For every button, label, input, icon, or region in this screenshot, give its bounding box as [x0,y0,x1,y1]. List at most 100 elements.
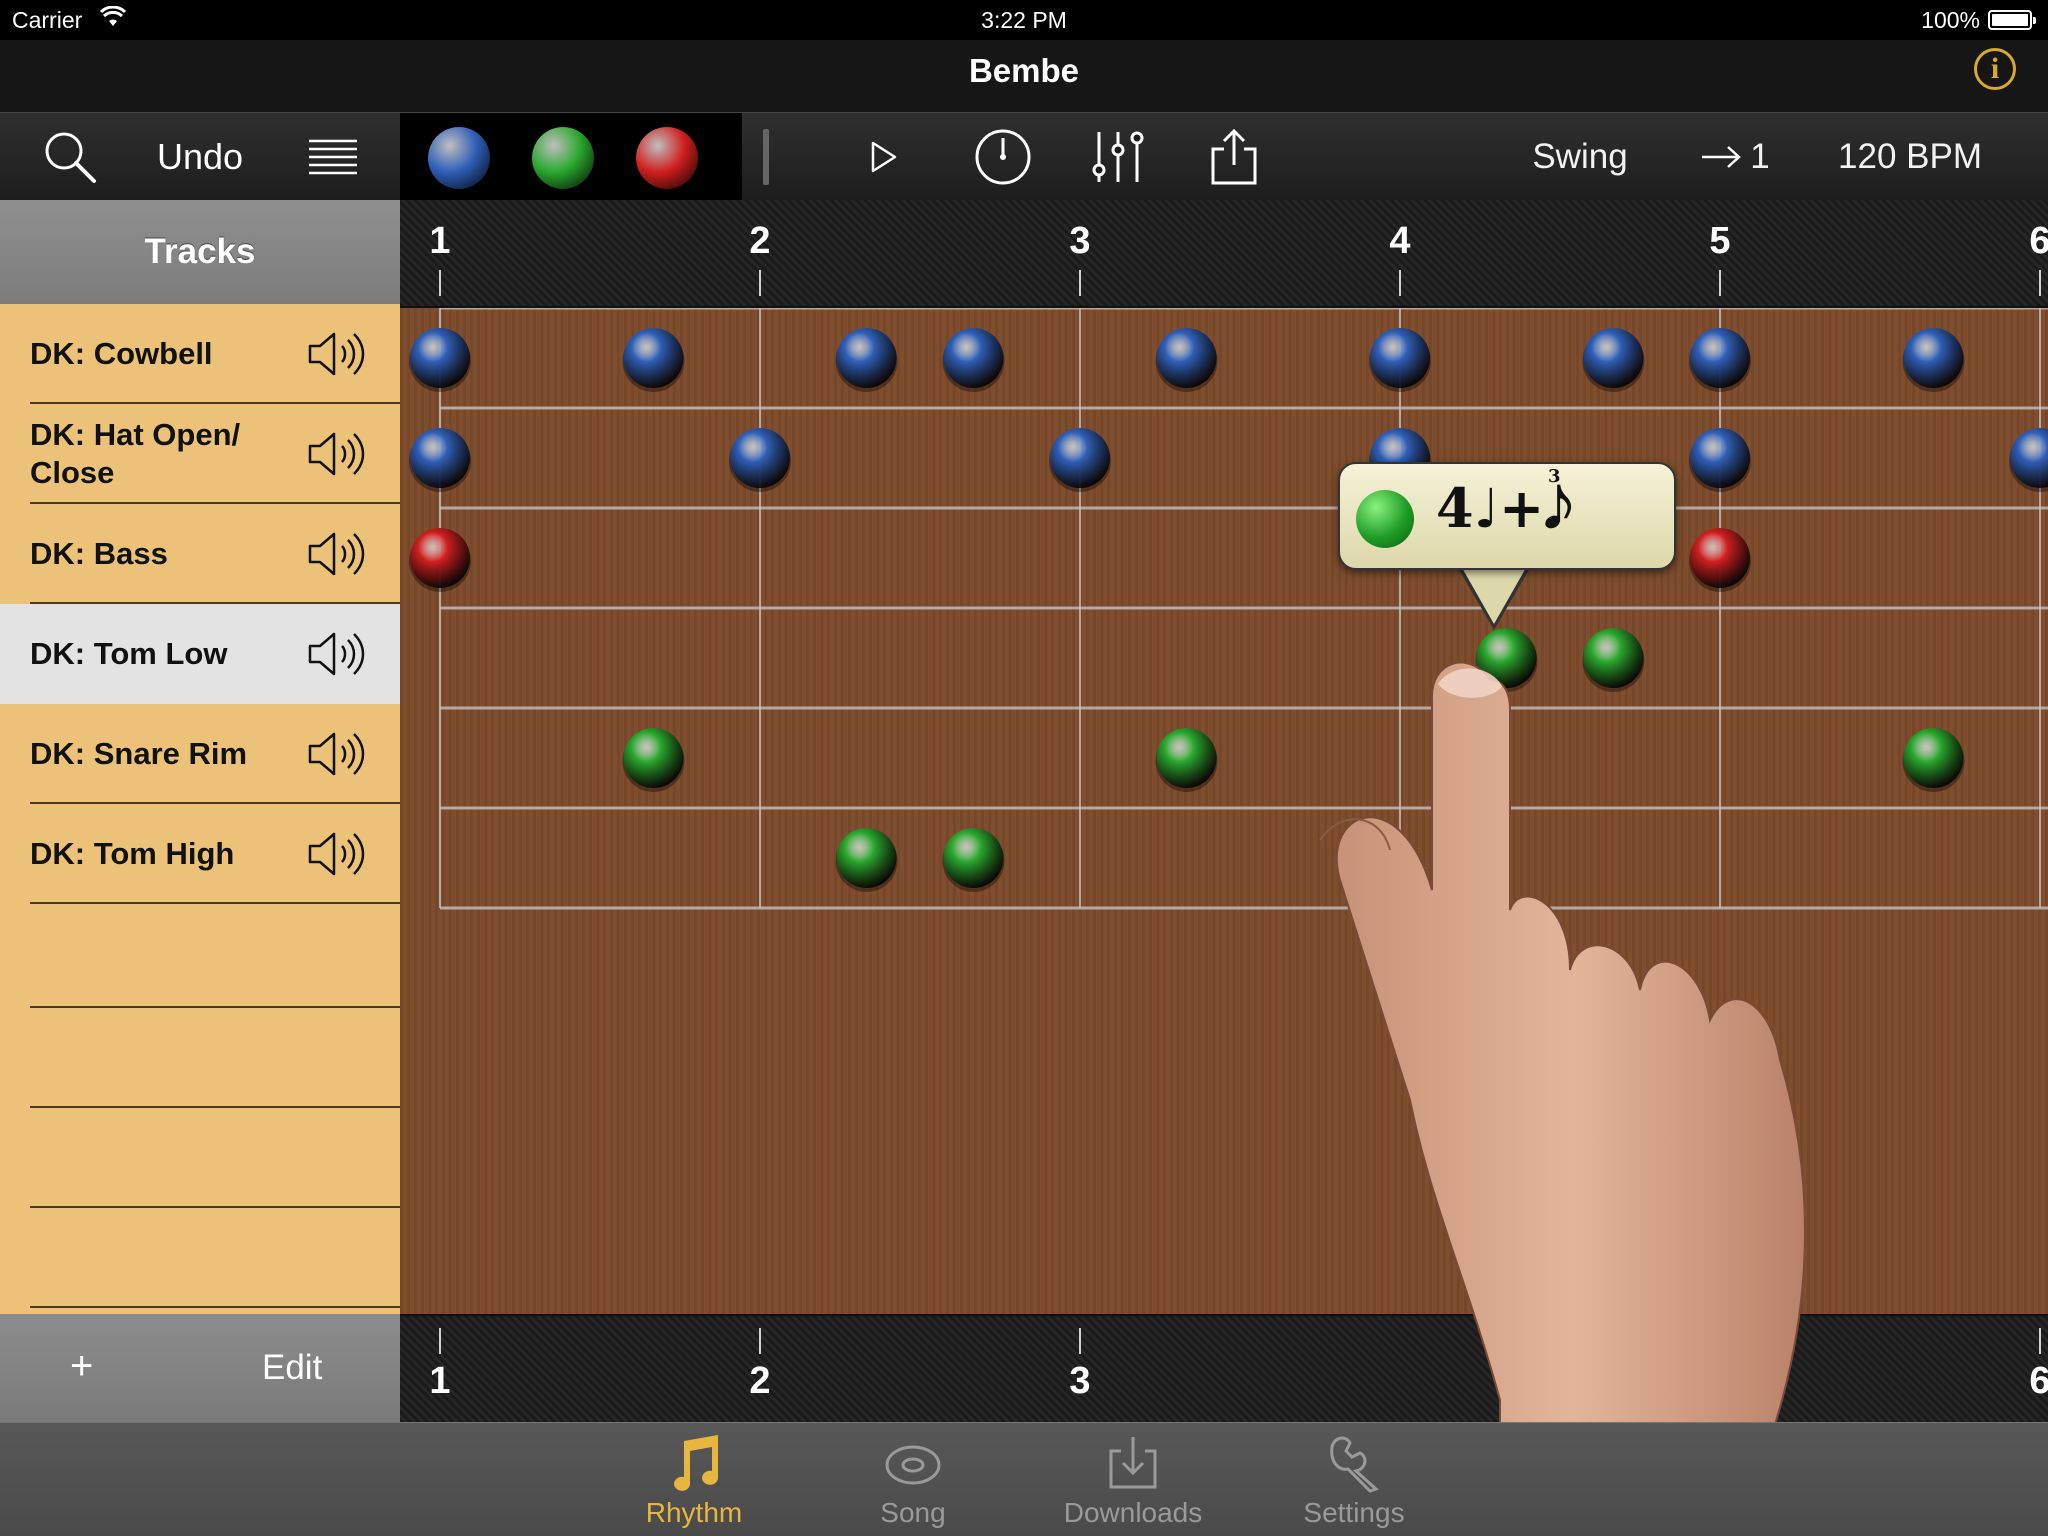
tab-song[interactable]: Song [813,1423,1013,1536]
status-time: 3:22 PM [981,7,1067,33]
beat-number: 4 [1389,220,1411,262]
share-icon[interactable] [1204,113,1264,201]
note-blue[interactable] [943,328,1004,388]
add-track-button[interactable]: + [70,1344,93,1389]
mixer-sliders-icon[interactable] [1086,113,1150,201]
speaker-icon[interactable] [306,430,368,478]
beat-tick [2039,1328,2041,1354]
note-blue[interactable] [410,328,470,388]
beat-tick [1079,270,1081,296]
tab-settings[interactable]: Settings [1254,1423,1454,1536]
wrench-icon [1330,1436,1379,1493]
battery-icon [1988,10,2036,30]
page-title: Bembe [968,52,1080,89]
green-swatch[interactable] [532,127,594,189]
toolbar: Undo Swing 1 120 BPM [0,112,2048,201]
note-green[interactable] [836,828,897,888]
tracks-sidebar: Tracks DK: Cowbell DK: Hat Open/ Close D… [0,200,400,1422]
track-row[interactable]: DK: Snare Rim [0,704,400,804]
note-value-popup[interactable]: 4♩+𝅘𝅥𝅮 3 [1338,462,1676,570]
beat-tick [1719,270,1721,296]
note-blue[interactable] [1583,328,1644,388]
track-label: DK: Tom High [30,836,235,871]
track-row-selected[interactable]: DK: Tom Low [0,604,400,704]
step-button[interactable]: 1 [1690,113,1780,201]
track-row[interactable]: DK: Hat Open/ Close [0,404,400,504]
battery-percent: 100% [1921,7,1980,33]
green-note-icon [1356,490,1414,548]
note-blue[interactable] [1370,328,1430,388]
note-blue[interactable] [1156,328,1217,388]
note-blue[interactable] [1903,328,1964,388]
note-green[interactable] [1903,728,1964,788]
play-icon[interactable] [858,113,910,201]
disc-icon [885,1445,941,1485]
beat-tick [1399,270,1401,296]
track-label: DK: Hat Open/ Close [30,417,241,490]
swing-button[interactable]: Swing [1510,113,1650,201]
undo-button[interactable]: Undo [140,113,260,201]
download-tray-icon [1109,1437,1157,1489]
arrow-right-icon [1702,146,1742,168]
beat-tick [439,1328,441,1354]
beat-number: 2 [749,1360,771,1402]
search-icon[interactable] [34,113,106,201]
step-value: 1 [1750,137,1770,176]
beat-tick [1079,1328,1081,1354]
speaker-icon[interactable] [306,730,368,778]
track-label: DK: Bass [30,536,168,571]
track-row[interactable]: DK: Tom High [0,804,400,904]
beat-tick [759,270,761,296]
beat-number: 1 [429,1360,451,1402]
beat-number: 6 [2029,1360,2048,1402]
sidebar-footer: + Edit [0,1314,400,1422]
tab-label: Downloads [1063,1497,1203,1528]
beat-number: 2 [749,220,771,262]
beat-number: 1 [429,220,451,262]
note-green[interactable] [623,728,684,788]
beat-tick [759,1328,761,1354]
speaker-icon[interactable] [306,630,368,678]
status-bar: Carrier 3:22 PM 100% [0,0,2048,40]
speaker-icon[interactable] [306,530,368,578]
row-divider [30,1006,400,1008]
beat-number: 5 [1709,220,1731,262]
red-swatch[interactable] [636,127,698,189]
music-note-icon [674,1435,719,1491]
speaker-icon[interactable] [306,830,368,878]
triplet-mark: 3 [1548,466,1561,487]
track-label: DK: Tom Low [30,636,228,671]
note-blue[interactable] [836,328,897,388]
note-blue[interactable] [410,428,470,488]
note-blue[interactable] [1050,428,1110,488]
track-row[interactable]: DK: Bass [0,504,400,604]
tab-downloads[interactable]: Downloads [1033,1423,1233,1536]
pointing-hand-image [1319,661,1812,1536]
note-blue[interactable] [730,428,790,488]
note-blue[interactable] [1690,428,1750,488]
note-red[interactable] [1690,528,1750,588]
blue-swatch[interactable] [428,127,490,189]
tab-label: Song [880,1497,946,1528]
speaker-icon[interactable] [306,330,368,378]
beat-tick [2039,270,2041,296]
note-green[interactable] [943,828,1004,888]
row-divider [30,1106,400,1108]
navigation-bar: Bembe i [0,40,2048,112]
track-row[interactable]: DK: Cowbell [0,304,400,404]
note-blue[interactable] [1690,328,1750,388]
info-icon[interactable]: i [1974,48,2016,90]
note-blue[interactable] [623,328,684,388]
palette-scroll-handle[interactable] [760,113,772,201]
track-label: DK: Cowbell [30,336,213,371]
beat-number: 3 [1069,1360,1091,1402]
tab-label: Settings [1303,1497,1405,1528]
metronome-clock-icon[interactable] [970,113,1036,201]
note-position-label: 4♩+𝅘𝅥𝅮 3 [1436,466,1572,541]
list-icon[interactable] [300,113,366,201]
note-red[interactable] [410,528,470,588]
track-label: DK: Snare Rim [30,736,248,771]
edit-button[interactable]: Edit [262,1348,322,1388]
tempo-button[interactable]: 120 BPM [1820,113,2000,201]
tab-rhythm[interactable]: Rhythm [594,1423,794,1536]
